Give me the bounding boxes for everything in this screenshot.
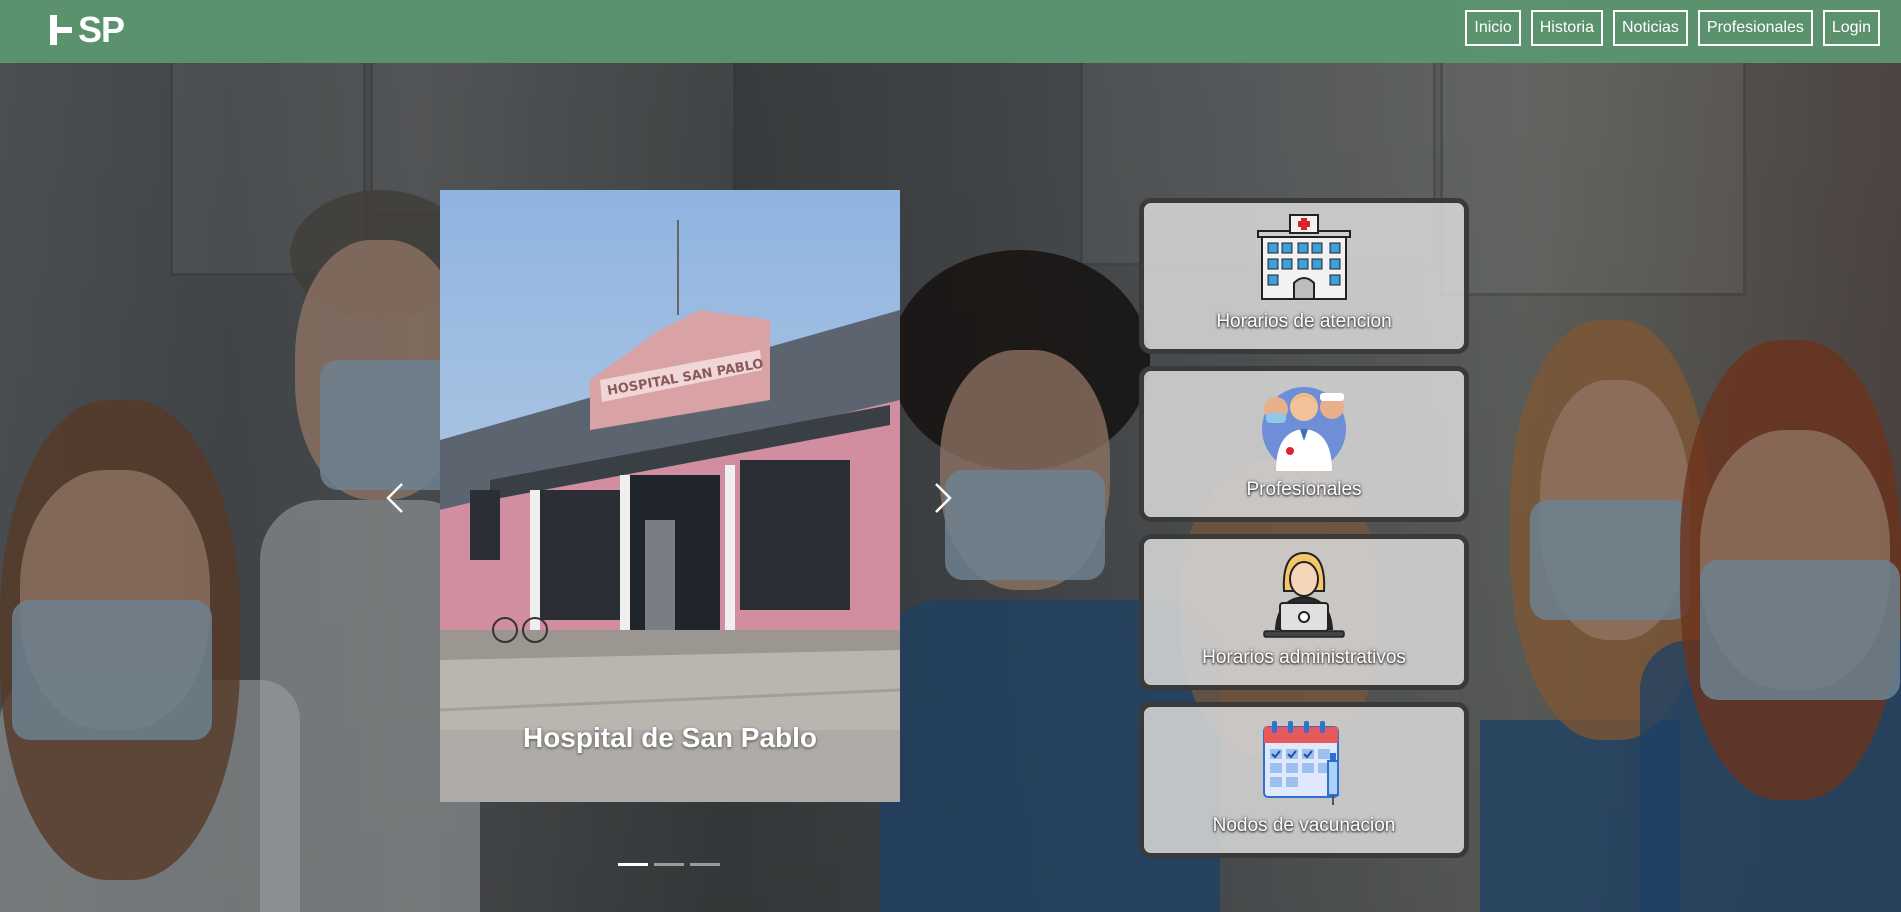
carousel-next-button[interactable]: [928, 478, 958, 518]
site-logo[interactable]: SP: [48, 9, 125, 50]
chevron-left-icon: [386, 483, 403, 513]
nav-link-inicio[interactable]: Inicio: [1465, 10, 1521, 46]
logo-text: SP: [78, 9, 125, 50]
admin-worker-icon: [1263, 551, 1345, 638]
carousel-indicator-2[interactable]: [654, 863, 684, 866]
nav-link-historia[interactable]: Historia: [1530, 10, 1603, 46]
card-label: Profesionales: [1246, 479, 1362, 500]
carousel-indicators: [618, 863, 720, 866]
carousel-indicator-1[interactable]: [618, 863, 648, 866]
nav-links: Inicio Historia Noticias Profesionales L…: [1465, 10, 1880, 46]
card-profesionales[interactable]: Profesionales: [1139, 366, 1469, 522]
card-horarios-administrativos[interactable]: Horarios administrativos: [1139, 534, 1469, 690]
background-photo: [0, 0, 1901, 912]
navbar: SP Inicio Historia Noticias Profesionale…: [0, 0, 1901, 63]
carousel-indicator-3[interactable]: [690, 863, 720, 866]
medical-staff-icon: [1262, 387, 1346, 471]
page: SP Inicio Historia Noticias Profesionale…: [0, 0, 1901, 912]
chevron-right-icon: [935, 483, 952, 513]
card-label: Nodos de vacunacion: [1212, 815, 1396, 836]
carousel-slide: HOSPITAL SAN PABLO: [440, 190, 900, 802]
card-label: Horarios de atencion: [1216, 311, 1392, 332]
carousel-prev-button[interactable]: [380, 478, 410, 518]
vaccination-calendar-icon: [1263, 721, 1339, 805]
nav-link-login[interactable]: Login: [1822, 10, 1880, 46]
card-label: Horarios administrativos: [1202, 647, 1406, 668]
hospital-building-photo: HOSPITAL SAN PABLO: [440, 190, 900, 802]
card-horarios-atencion[interactable]: Horarios de atencion: [1139, 198, 1469, 354]
logo-h-mark-icon: [48, 15, 74, 45]
quick-links-cards: Horarios de atencion Profesionales Horar…: [1139, 198, 1479, 870]
carousel-caption: Hospital de San Pablo: [522, 722, 818, 753]
nav-link-profesionales[interactable]: Profesionales: [1697, 10, 1813, 46]
nav-link-noticias[interactable]: Noticias: [1612, 10, 1688, 46]
hospital-icon: [1257, 214, 1351, 300]
card-nodos-vacunacion[interactable]: Nodos de vacunacion: [1139, 702, 1469, 858]
